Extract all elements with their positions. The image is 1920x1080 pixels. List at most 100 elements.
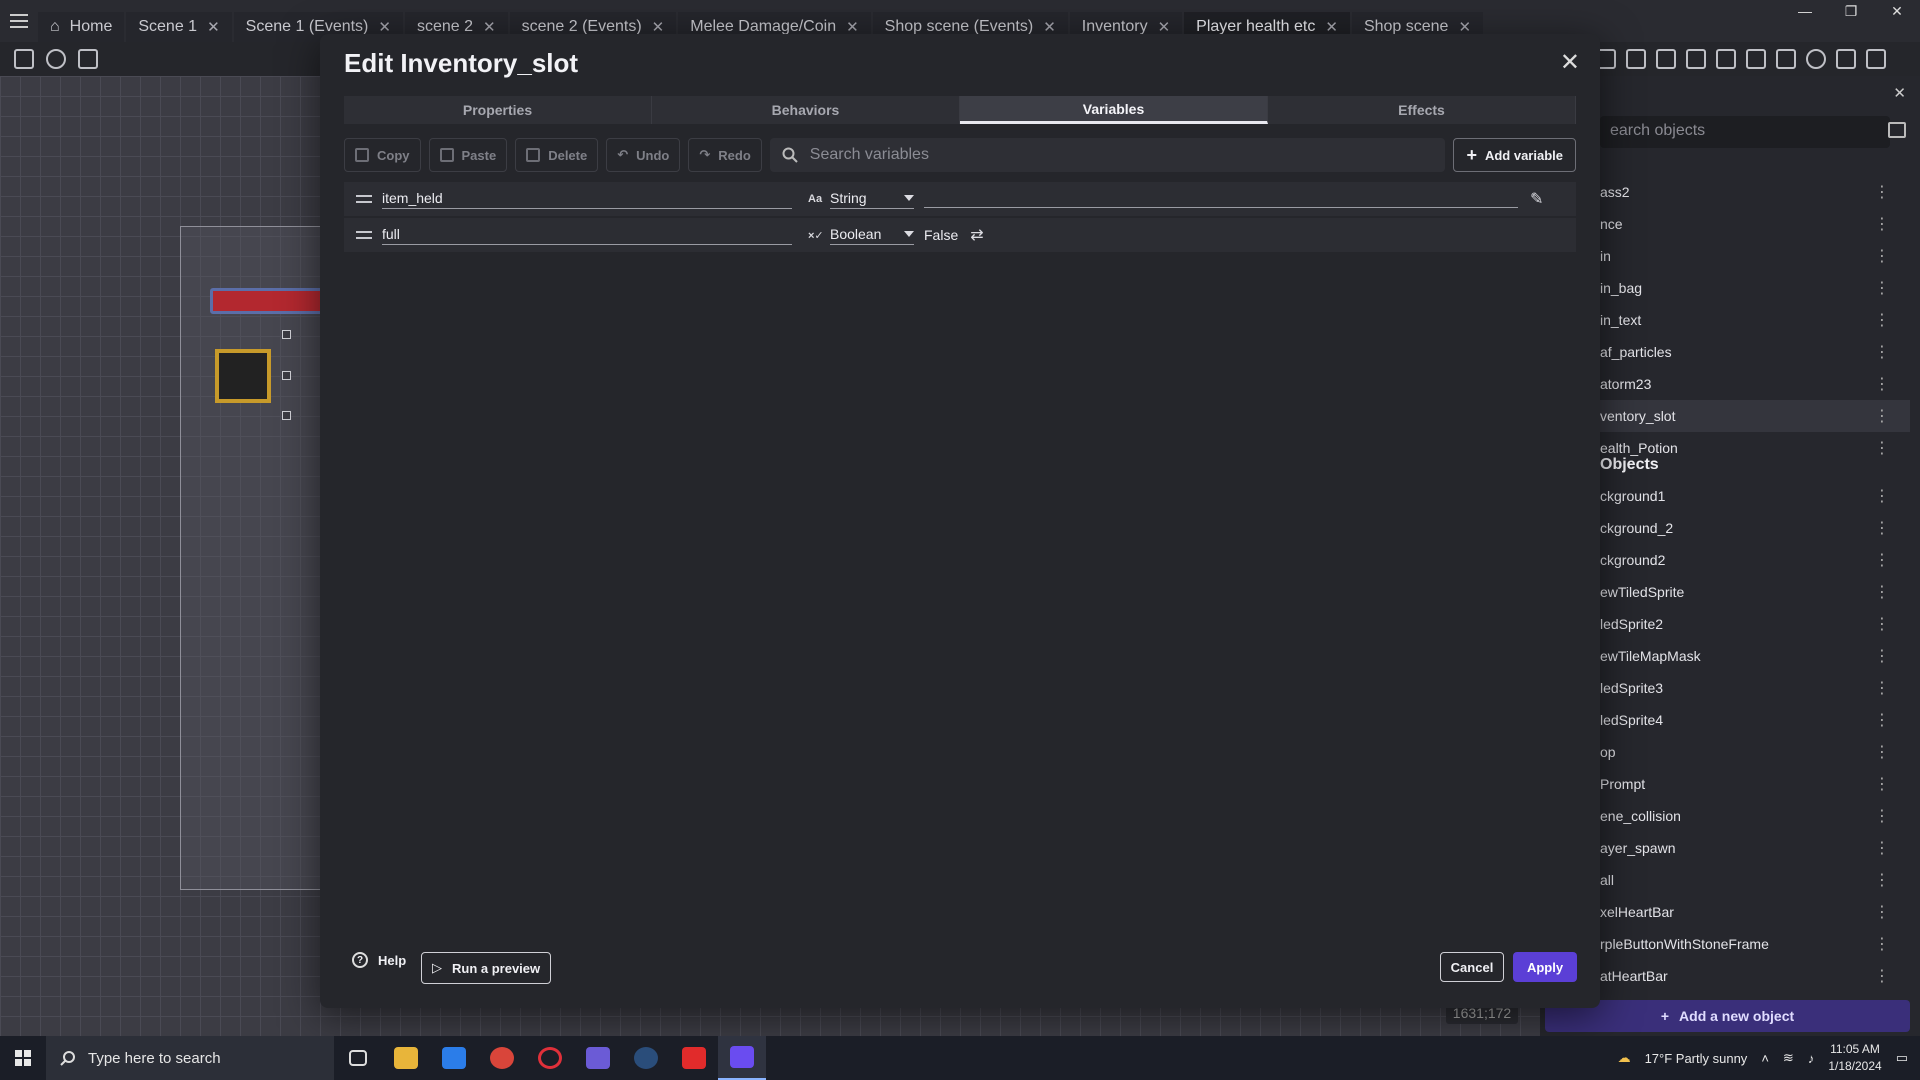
tab-properties[interactable]: Properties: [344, 96, 652, 124]
variable-row[interactable]: full ×✓ Boolean False ⇄: [344, 218, 1576, 252]
zoom-icon[interactable]: [1806, 49, 1826, 69]
paste-icon: [439, 148, 454, 162]
more-icon[interactable]: ⋮: [1874, 582, 1890, 602]
more-icon[interactable]: ⋮: [1874, 934, 1890, 954]
help-button[interactable]: ? Help: [352, 952, 406, 968]
search-variables-input[interactable]: Search variables: [769, 138, 1446, 172]
more-icon[interactable]: ⋮: [1874, 486, 1890, 506]
variable-type-select[interactable]: String: [830, 190, 914, 209]
grid-icon[interactable]: [1716, 49, 1736, 69]
resize-handle[interactable]: [282, 411, 291, 420]
delete-button[interactable]: Delete: [515, 138, 599, 172]
more-icon[interactable]: ⋮: [1874, 678, 1890, 698]
more-icon[interactable]: ⋮: [1874, 774, 1890, 794]
object-group-header[interactable]: Objects: [1600, 456, 1659, 474]
edit-icon[interactable]: [1626, 49, 1646, 69]
more-icon[interactable]: ⋮: [1874, 614, 1890, 634]
more-icon[interactable]: ⋮: [1874, 838, 1890, 858]
opera-icon[interactable]: [526, 1036, 574, 1080]
variable-value-field[interactable]: [924, 190, 1518, 208]
panels-icon[interactable]: [14, 49, 34, 69]
copy-button[interactable]: Copy: [344, 138, 421, 172]
more-icon[interactable]: ⋮: [1874, 646, 1890, 666]
close-icon[interactable]: ✕: [207, 18, 220, 36]
variable-row[interactable]: item_held Aa String ✎: [344, 182, 1576, 216]
tab-scene-1[interactable]: Scene 1 ✕: [126, 12, 232, 42]
apply-button[interactable]: Apply: [1513, 952, 1577, 982]
paste-button[interactable]: Paste: [428, 138, 508, 172]
add-variable-button[interactable]: + Add variable: [1453, 138, 1576, 172]
cancel-button[interactable]: Cancel: [1440, 952, 1504, 982]
variable-name-field[interactable]: full: [382, 226, 792, 245]
redo-icon[interactable]: [1776, 49, 1796, 69]
mail-icon[interactable]: [430, 1036, 478, 1080]
taskbar-search-input[interactable]: Type here to search: [46, 1036, 334, 1080]
tab-variables[interactable]: Variables: [960, 96, 1268, 124]
more-icon[interactable]: ⋮: [1874, 246, 1890, 266]
toggle-swap-icon[interactable]: ⇄: [970, 225, 983, 245]
tab-behaviors[interactable]: Behaviors: [652, 96, 960, 124]
tab-effects[interactable]: Effects: [1268, 96, 1576, 124]
more-icon[interactable]: ⋮: [1874, 214, 1890, 234]
weather-text[interactable]: 17°F Partly sunny: [1645, 1051, 1748, 1066]
chrome-icon[interactable]: [478, 1036, 526, 1080]
file-explorer-icon[interactable]: [382, 1036, 430, 1080]
more-icon[interactable]: ⋮: [1874, 406, 1890, 426]
volume-icon[interactable]: ♪: [1808, 1051, 1815, 1066]
more-icon[interactable]: ⋮: [1874, 742, 1890, 762]
inventory-slot-instance[interactable]: [215, 349, 271, 403]
more-icon[interactable]: ⋮: [1874, 438, 1890, 458]
clock[interactable]: 11:05 AM 1/18/2024: [1828, 1041, 1881, 1075]
variable-name-field[interactable]: item_held: [382, 190, 792, 209]
string-type-icon: Aa: [808, 193, 823, 205]
more-icon[interactable]: ⋮: [1874, 966, 1890, 986]
close-icon[interactable]: ✕: [1893, 84, 1906, 102]
save-icon[interactable]: [78, 49, 98, 69]
instances-icon[interactable]: [1866, 49, 1886, 69]
more-icon[interactable]: ⋮: [1874, 550, 1890, 570]
undo-icon[interactable]: [1746, 49, 1766, 69]
drag-handle-icon[interactable]: [356, 231, 372, 239]
trash-icon[interactable]: [1836, 49, 1856, 69]
task-view-icon[interactable]: [334, 1036, 382, 1080]
wifi-icon[interactable]: ≋: [1783, 1050, 1794, 1066]
more-icon[interactable]: ⋮: [1874, 374, 1890, 394]
variable-type-select[interactable]: Boolean: [830, 226, 914, 245]
more-icon[interactable]: ⋮: [1874, 182, 1890, 202]
more-icon[interactable]: ⋮: [1874, 710, 1890, 730]
redo-button[interactable]: ↷ Redo: [688, 138, 762, 172]
more-icon[interactable]: ⋮: [1874, 278, 1890, 298]
close-icon[interactable]: ✕: [1560, 48, 1580, 77]
more-icon[interactable]: ⋮: [1874, 518, 1890, 538]
steam-icon[interactable]: [622, 1036, 670, 1080]
app-icon[interactable]: [574, 1036, 622, 1080]
gdevelop-icon[interactable]: [718, 1036, 766, 1080]
more-icon[interactable]: ⋮: [1874, 806, 1890, 826]
object-search-input[interactable]: earch objects: [1600, 116, 1890, 148]
hamburger-menu-icon[interactable]: [0, 0, 38, 42]
minimize-icon[interactable]: —: [1782, 0, 1828, 22]
restore-icon[interactable]: ❐: [1828, 0, 1874, 22]
more-icon[interactable]: ⋮: [1874, 310, 1890, 330]
resize-handle[interactable]: [282, 371, 291, 380]
run-preview-button[interactable]: ▷ Run a preview: [421, 952, 552, 984]
more-icon[interactable]: ⋮: [1874, 342, 1890, 362]
windows-logo-icon: [15, 1050, 31, 1066]
start-button[interactable]: [0, 1036, 46, 1080]
chevron-up-icon[interactable]: ˄: [1761, 1051, 1769, 1066]
add-object-button[interactable]: + Add a new object: [1545, 1000, 1910, 1032]
youtube-icon[interactable]: [670, 1036, 718, 1080]
layers-icon[interactable]: [1686, 49, 1706, 69]
edit-pen-icon[interactable]: ✎: [1530, 189, 1543, 209]
more-icon[interactable]: ⋮: [1874, 902, 1890, 922]
drag-handle-icon[interactable]: [356, 195, 372, 203]
new-folder-icon[interactable]: [1888, 122, 1906, 138]
undo-button[interactable]: ↶ Undo: [606, 138, 681, 172]
history-icon[interactable]: [46, 49, 66, 69]
tab-home[interactable]: ⌂ Home: [38, 12, 125, 42]
resize-handle[interactable]: [282, 330, 291, 339]
window-close-icon[interactable]: ✕: [1874, 0, 1920, 22]
properties-icon[interactable]: [1656, 49, 1676, 69]
more-icon[interactable]: ⋮: [1874, 870, 1890, 890]
notifications-icon[interactable]: ▭: [1896, 1050, 1908, 1066]
